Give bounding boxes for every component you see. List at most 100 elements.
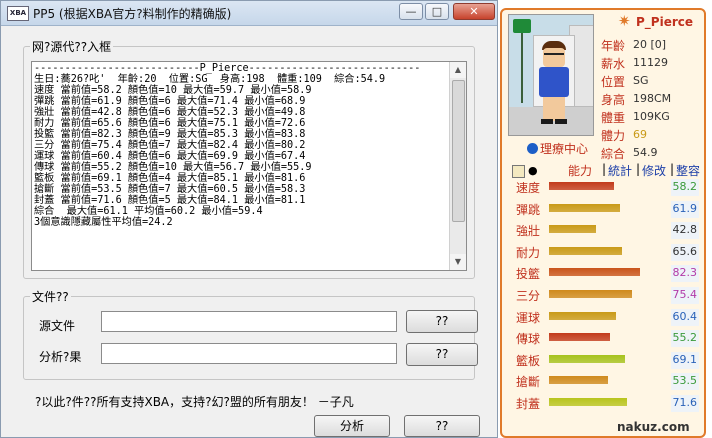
street-sign-icon: [513, 19, 531, 33]
stat-bar: [549, 290, 632, 298]
stat-label: 封蓋: [516, 397, 541, 411]
stat-row: 三分 75.4: [508, 284, 702, 306]
info-key: 身高: [601, 93, 626, 107]
stat-bar-track: [549, 203, 647, 212]
source-text: ---------------------------P_Pierce-----…: [34, 63, 421, 228]
stat-label: 投籃: [516, 267, 541, 282]
source-group-legend: 网?源代??入框: [32, 40, 112, 54]
window-title: PP5 (根据XBA官方?料制作的精确版): [33, 7, 232, 21]
info-key: 位置: [601, 75, 626, 89]
stat-row: 傳球 55.2: [508, 327, 702, 349]
stat-row: 籃板 69.1: [508, 349, 702, 371]
result-browse-button[interactable]: ??: [406, 343, 478, 366]
stat-value: 65.6: [671, 243, 699, 261]
info-value: 69: [633, 128, 647, 141]
scroll-up-icon[interactable]: ▲: [450, 62, 466, 78]
stat-label: 運球: [516, 310, 541, 325]
file-group-legend: 文件??: [32, 290, 69, 304]
stat-bar: [549, 268, 640, 277]
close-button[interactable]: ✕: [453, 3, 495, 20]
status-tag: 理療中心: [527, 140, 588, 157]
stat-bar: [549, 182, 614, 190]
star-icon: ✷: [618, 12, 631, 30]
stat-value: 82.3: [671, 265, 699, 283]
stat-bar: [549, 333, 610, 342]
info-key: 年齡: [601, 39, 626, 53]
watermark: nakuz.com: [617, 420, 690, 434]
stat-row: 速度 58.2: [508, 176, 702, 198]
info-key: 薪水: [601, 57, 626, 71]
stat-label: 傳球: [516, 332, 541, 347]
result-file-label: 分析?果: [39, 350, 82, 364]
info-value: 54.9: [633, 146, 658, 159]
info-key: 體重: [601, 111, 626, 125]
analyze-button[interactable]: 分析: [314, 415, 390, 437]
result-file-input[interactable]: [101, 343, 397, 364]
file-group: 文件??: [23, 288, 475, 380]
info-key: 綜合: [601, 147, 626, 161]
stat-label: 強壯: [516, 224, 541, 239]
source-file-input[interactable]: [101, 311, 397, 332]
stat-row: 彈跳 61.9: [508, 198, 702, 220]
other-button[interactable]: ??: [404, 415, 480, 437]
title-bar[interactable]: XBA PP5 (根据XBA官方?料制作的精确版) — □ ✕: [1, 1, 497, 26]
info-key: 體力: [601, 129, 626, 143]
vertical-scrollbar[interactable]: ▲ ▼: [449, 62, 466, 270]
player-name: P_Pierce: [636, 15, 694, 29]
stat-bar-track: [549, 246, 647, 255]
stat-value: 69.1: [671, 351, 699, 369]
stat-label: 搶斷: [516, 375, 541, 390]
stat-row: 投籃 82.3: [508, 262, 702, 284]
minimize-button[interactable]: —: [399, 3, 423, 20]
stat-bar-track: [549, 398, 647, 406]
stat-bar-track: [549, 268, 647, 277]
app-icon: XBA: [7, 6, 29, 21]
stat-row: 運球 60.4: [508, 306, 702, 328]
stat-value: 53.5: [671, 373, 699, 391]
status-dot-icon: [527, 143, 538, 154]
stat-row: 搶斷 53.5: [508, 370, 702, 392]
stat-label: 三分: [516, 289, 541, 303]
glasses-icon: [544, 53, 564, 59]
stat-bar-track: [549, 225, 647, 234]
info-value: SG: [633, 74, 649, 87]
maximize-button[interactable]: □: [425, 3, 449, 20]
stat-bar-track: [549, 311, 647, 320]
player-portrait: [508, 14, 594, 136]
stat-bar-track: [549, 182, 647, 190]
stat-label: 耐力: [516, 245, 541, 260]
stat-row: 強壯 42.8: [508, 219, 702, 241]
main-window: XBA PP5 (根据XBA官方?料制作的精确版) — □ ✕ 网?源代??入框…: [0, 0, 498, 438]
stat-bar-track: [549, 290, 647, 298]
stat-bar: [549, 376, 608, 385]
footer-note: ?以此?件??所有支持XBA，支持?幻?盟的所有朋友！ －子凡: [35, 395, 354, 409]
stat-label: 速度: [516, 181, 541, 195]
scroll-thumb[interactable]: [452, 80, 465, 222]
status-tag-label: 理療中心: [540, 142, 589, 156]
stat-bar: [549, 311, 616, 320]
info-value: 198CM: [633, 92, 672, 105]
stat-row: 耐力 65.6: [508, 241, 702, 263]
stat-bar: [549, 354, 625, 363]
info-value: 11129: [633, 56, 668, 69]
stat-value: 60.4: [671, 308, 699, 326]
stat-bar-track: [549, 354, 647, 363]
stat-bar: [549, 246, 622, 255]
stat-value: 61.9: [671, 200, 699, 218]
stat-bar-track: [549, 333, 647, 342]
stat-label: 籃板: [516, 353, 541, 368]
stat-value: 58.2: [671, 179, 699, 196]
stat-value: 55.2: [671, 330, 699, 348]
info-value: 20 [0]: [633, 38, 667, 51]
source-textarea[interactable]: ---------------------------P_Pierce-----…: [31, 61, 467, 271]
source-file-label: 源文件: [39, 319, 76, 333]
scroll-down-icon[interactable]: ▼: [450, 254, 466, 270]
stat-bar-track: [549, 376, 647, 385]
stat-value: 71.6: [671, 395, 699, 412]
stat-value: 75.4: [671, 287, 699, 304]
info-value: 109KG: [633, 110, 670, 123]
source-browse-button[interactable]: ??: [406, 310, 478, 333]
stat-bar: [549, 203, 620, 212]
stat-bar: [549, 225, 596, 234]
stat-bar: [549, 398, 627, 406]
